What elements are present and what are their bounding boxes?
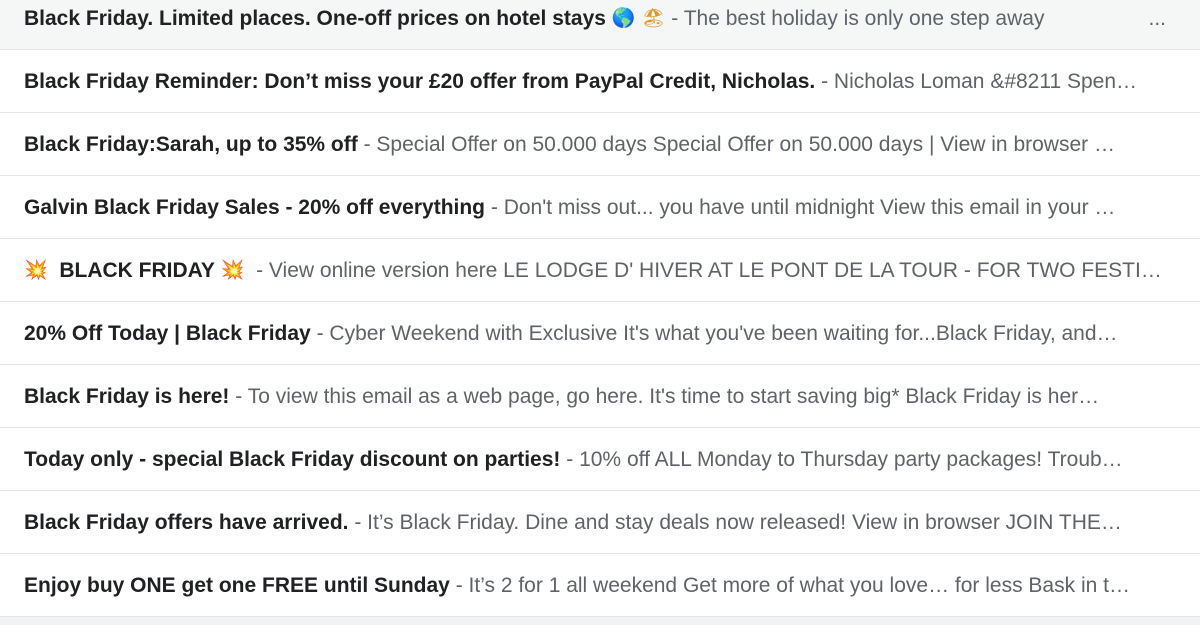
email-row-text: Black Friday Reminder: Don’t miss your £…: [24, 51, 1166, 112]
beach-umbrella-icon: 🏖: [641, 7, 666, 29]
email-row-text: 💥 BLACK FRIDAY 💥 - View online version h…: [24, 240, 1166, 301]
email-subject: Black Friday:Sarah, up to 35% off: [24, 133, 358, 156]
email-snippet: 10% off ALL Monday to Thursday party pac…: [579, 448, 1123, 471]
snippet-separator: -: [560, 448, 580, 471]
snippet-separator: -: [357, 133, 377, 156]
email-row[interactable]: Galvin Black Friday Sales - 20% off ever…: [0, 177, 1200, 239]
email-row[interactable]: Enjoy buy ONE get one FREE until Sunday …: [0, 555, 1200, 617]
email-snippet: The best holiday is only one step away: [683, 7, 1045, 30]
email-row-text: Galvin Black Friday Sales - 20% off ever…: [24, 177, 1166, 238]
snippet-separator: -: [256, 259, 269, 282]
email-row[interactable]: Black Friday. Limited places. One-off pr…: [0, 0, 1200, 50]
email-subject: Galvin Black Friday Sales - 20% off ever…: [24, 196, 486, 219]
list-footer-divider: [0, 617, 1200, 625]
email-subject: 20% Off Today | Black Friday: [24, 322, 311, 345]
email-row-text: Black Friday:Sarah, up to 35% off - Spec…: [24, 114, 1166, 175]
email-subject: Black Friday is here!: [24, 385, 230, 408]
snippet-separator: -: [229, 385, 248, 408]
snippet-separator: -: [671, 7, 684, 30]
email-row[interactable]: 20% Off Today | Black Friday - Cyber Wee…: [0, 303, 1200, 365]
email-row[interactable]: Black Friday Reminder: Don’t miss your £…: [0, 51, 1200, 113]
snippet-separator: -: [815, 70, 834, 93]
email-snippet: Nicholas Loman &#8211 Spen…: [833, 70, 1138, 93]
collision-icon: 💥: [24, 259, 48, 281]
email-list: Black Friday. Limited places. One-off pr…: [0, 0, 1200, 625]
email-subject: Enjoy buy ONE get one FREE until Sunday: [24, 574, 450, 597]
email-row[interactable]: 💥 BLACK FRIDAY 💥 - View online version h…: [0, 240, 1200, 302]
globe-icon: 🌎: [611, 7, 636, 29]
email-snippet: It’s 2 for 1 all weekend Get more of wha…: [468, 574, 1130, 597]
email-row-text: Today only - special Black Friday discou…: [24, 429, 1166, 490]
email-row-text: Black Friday offers have arrived. - It’s…: [24, 492, 1166, 553]
email-snippet: To view this email as a web page, go her…: [247, 385, 1100, 408]
email-subject: Black Friday Reminder: Don’t miss your £…: [24, 70, 816, 93]
collision-icon: 💥: [220, 259, 245, 281]
snippet-separator: -: [310, 322, 330, 345]
snippet-separator: -: [449, 574, 469, 597]
email-snippet: Don't miss out... you have until midnigh…: [503, 196, 1116, 219]
email-row-text: Enjoy buy ONE get one FREE until Sunday …: [24, 555, 1166, 616]
email-snippet: View online version here LE LODGE D' HIV…: [268, 259, 1162, 282]
snippet-separator: -: [348, 511, 368, 534]
email-subject: Today only - special Black Friday discou…: [24, 448, 561, 471]
email-row[interactable]: Black Friday:Sarah, up to 35% off - Spec…: [0, 114, 1200, 176]
email-subject: Black Friday. Limited places. One-off pr…: [24, 7, 606, 30]
snippet-separator: -: [485, 196, 504, 219]
email-row[interactable]: Black Friday is here! - To view this ema…: [0, 366, 1200, 428]
email-row-text: 20% Off Today | Black Friday - Cyber Wee…: [24, 303, 1166, 364]
email-row-text: Black Friday is here! - To view this ema…: [24, 366, 1166, 427]
email-snippet: It’s Black Friday. Dine and stay deals n…: [367, 511, 1122, 534]
email-snippet: Cyber Weekend with Exclusive It's what y…: [329, 322, 1118, 345]
email-row-text: Black Friday. Limited places. One-off pr…: [24, 0, 1166, 49]
snippet-overflow-ellipsis: ...: [1148, 7, 1166, 30]
email-subject: Black Friday offers have arrived.: [24, 511, 349, 534]
email-subject: BLACK FRIDAY: [59, 259, 215, 282]
email-row[interactable]: Today only - special Black Friday discou…: [0, 429, 1200, 491]
email-snippet: Special Offer on 50.000 days Special Off…: [376, 133, 1115, 156]
email-row[interactable]: Black Friday offers have arrived. - It’s…: [0, 492, 1200, 554]
